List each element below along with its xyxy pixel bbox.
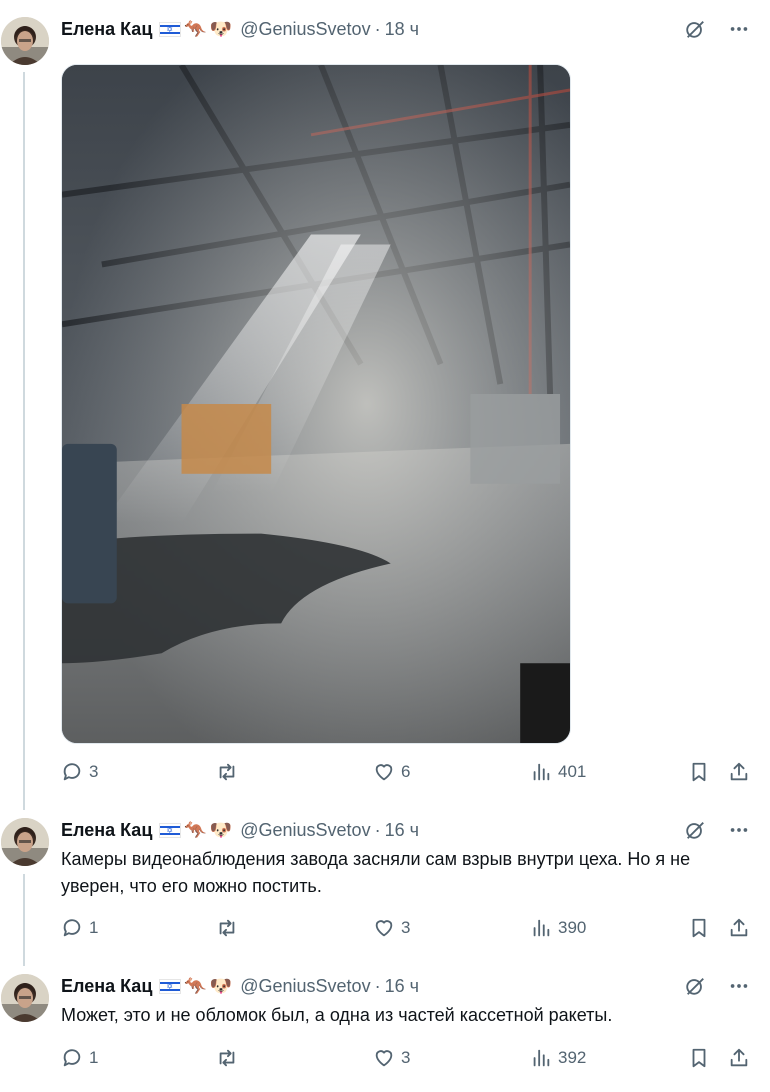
- retweet-button[interactable]: [216, 760, 244, 784]
- author-name[interactable]: Елена Кац: [61, 19, 152, 40]
- bookmark-button[interactable]: [688, 916, 710, 940]
- separator: ·: [374, 975, 381, 996]
- timestamp[interactable]: 16 ч: [385, 820, 419, 841]
- retweet-button[interactable]: [216, 1046, 244, 1070]
- share-button[interactable]: [728, 760, 750, 784]
- grok-icon[interactable]: [684, 819, 706, 841]
- views-count: 392: [558, 1048, 587, 1067]
- tweet-header: Елена Кац ✡ 🦘 🐶 @GeniusSvetov · 16 ч: [61, 818, 419, 842]
- avatar[interactable]: [1, 17, 49, 65]
- reply-count: 3: [89, 762, 99, 781]
- views-count: 401: [558, 762, 587, 781]
- bookmark-icon: [692, 762, 706, 782]
- like-button[interactable]: 6: [373, 760, 410, 784]
- views-icon: [533, 1049, 550, 1067]
- views-button[interactable]: 392: [530, 1046, 586, 1070]
- share-button[interactable]: [728, 916, 750, 940]
- like-count: 6: [401, 762, 411, 781]
- timestamp[interactable]: 16 ч: [385, 976, 419, 997]
- share-button[interactable]: [728, 1046, 750, 1070]
- bookmark-icon: [692, 1048, 706, 1068]
- separator: ·: [374, 819, 381, 840]
- like-icon: [375, 764, 393, 781]
- dog-emoji: 🐶: [209, 18, 233, 39]
- header-actions: [684, 17, 750, 41]
- views-icon: [533, 763, 550, 781]
- bookmark-icon: [692, 918, 706, 938]
- dog-emoji: 🐶: [209, 975, 233, 996]
- retweet-icon: [219, 1049, 235, 1067]
- israel-flag-icon: ✡: [159, 21, 182, 37]
- israel-flag-icon: ✡: [159, 978, 182, 994]
- header-actions: [684, 974, 750, 998]
- more-icon[interactable]: [728, 975, 750, 997]
- avatar[interactable]: [1, 818, 49, 866]
- israel-flag-icon: ✡: [159, 822, 182, 838]
- tweet[interactable]: Елена Кац ✡ 🦘 🐶 @GeniusSvetov · 16 ч Мож…: [0, 974, 770, 1084]
- author-name[interactable]: Елена Кац: [61, 976, 152, 997]
- tweet-text: Камеры видеонаблюдения завода засняли са…: [61, 849, 691, 896]
- tweet-actions: 1 3 392: [61, 1046, 751, 1070]
- like-button[interactable]: 3: [373, 1046, 410, 1070]
- retweet-icon: [219, 919, 235, 937]
- author-handle[interactable]: @GeniusSvetov: [240, 820, 370, 841]
- tweet-header: Елена Кац ✡ 🦘 🐶 @GeniusSvetov · 18 ч: [61, 17, 419, 41]
- reply-button[interactable]: 1: [61, 1046, 98, 1070]
- more-icon[interactable]: [728, 18, 750, 40]
- like-count: 3: [401, 1048, 411, 1067]
- like-icon: [375, 920, 393, 937]
- like-button[interactable]: 3: [373, 916, 410, 940]
- reply-button[interactable]: 1: [61, 916, 98, 940]
- more-icon[interactable]: [728, 819, 750, 841]
- views-button[interactable]: 390: [530, 916, 586, 940]
- header-actions: [684, 818, 750, 842]
- author-name[interactable]: Елена Кац: [61, 820, 152, 841]
- share-icon: [730, 918, 748, 937]
- author-handle[interactable]: @GeniusSvetov: [240, 976, 370, 997]
- reply-button[interactable]: 3: [61, 760, 98, 784]
- views-icon: [533, 919, 550, 937]
- dog-emoji: 🐶: [209, 819, 233, 840]
- views-button[interactable]: 401: [530, 760, 586, 784]
- kangaroo-emoji: 🦘: [184, 975, 207, 996]
- bookmark-button[interactable]: [688, 1046, 710, 1070]
- retweet-button[interactable]: [216, 916, 244, 940]
- bookmark-button[interactable]: [688, 760, 710, 784]
- tweet-photo[interactable]: [61, 64, 571, 744]
- timestamp[interactable]: 18 ч: [385, 19, 419, 40]
- views-count: 390: [558, 918, 587, 937]
- retweet-icon: [219, 763, 235, 781]
- tweet[interactable]: Елена Кац ✡ 🦘 🐶 @GeniusSvetov · 18 ч 3 6…: [0, 17, 770, 797]
- avatar[interactable]: [1, 974, 49, 1022]
- tweet-actions: 1 3 390: [61, 916, 751, 940]
- reply-icon: [63, 919, 81, 937]
- tweet-header: Елена Кац ✡ 🦘 🐶 @GeniusSvetov · 16 ч: [61, 974, 419, 998]
- grok-icon[interactable]: [684, 975, 706, 997]
- like-icon: [375, 1050, 393, 1067]
- reply-count: 1: [89, 918, 99, 937]
- author-handle[interactable]: @GeniusSvetov: [240, 19, 370, 40]
- tweet-actions: 3 6 401: [61, 760, 751, 784]
- reply-icon: [63, 1049, 81, 1067]
- share-icon: [730, 762, 748, 781]
- separator: ·: [374, 18, 381, 39]
- grok-icon[interactable]: [684, 18, 706, 40]
- share-icon: [730, 1048, 748, 1067]
- reply-count: 1: [89, 1048, 99, 1067]
- like-count: 3: [401, 918, 411, 937]
- tweet[interactable]: Елена Кац ✡ 🦘 🐶 @GeniusSvetov · 16 ч Кам…: [0, 818, 770, 958]
- kangaroo-emoji: 🦘: [184, 18, 207, 39]
- kangaroo-emoji: 🦘: [184, 819, 207, 840]
- tweet-text: Может, это и не обломок был, а одна из ч…: [61, 1005, 613, 1025]
- reply-icon: [63, 763, 81, 781]
